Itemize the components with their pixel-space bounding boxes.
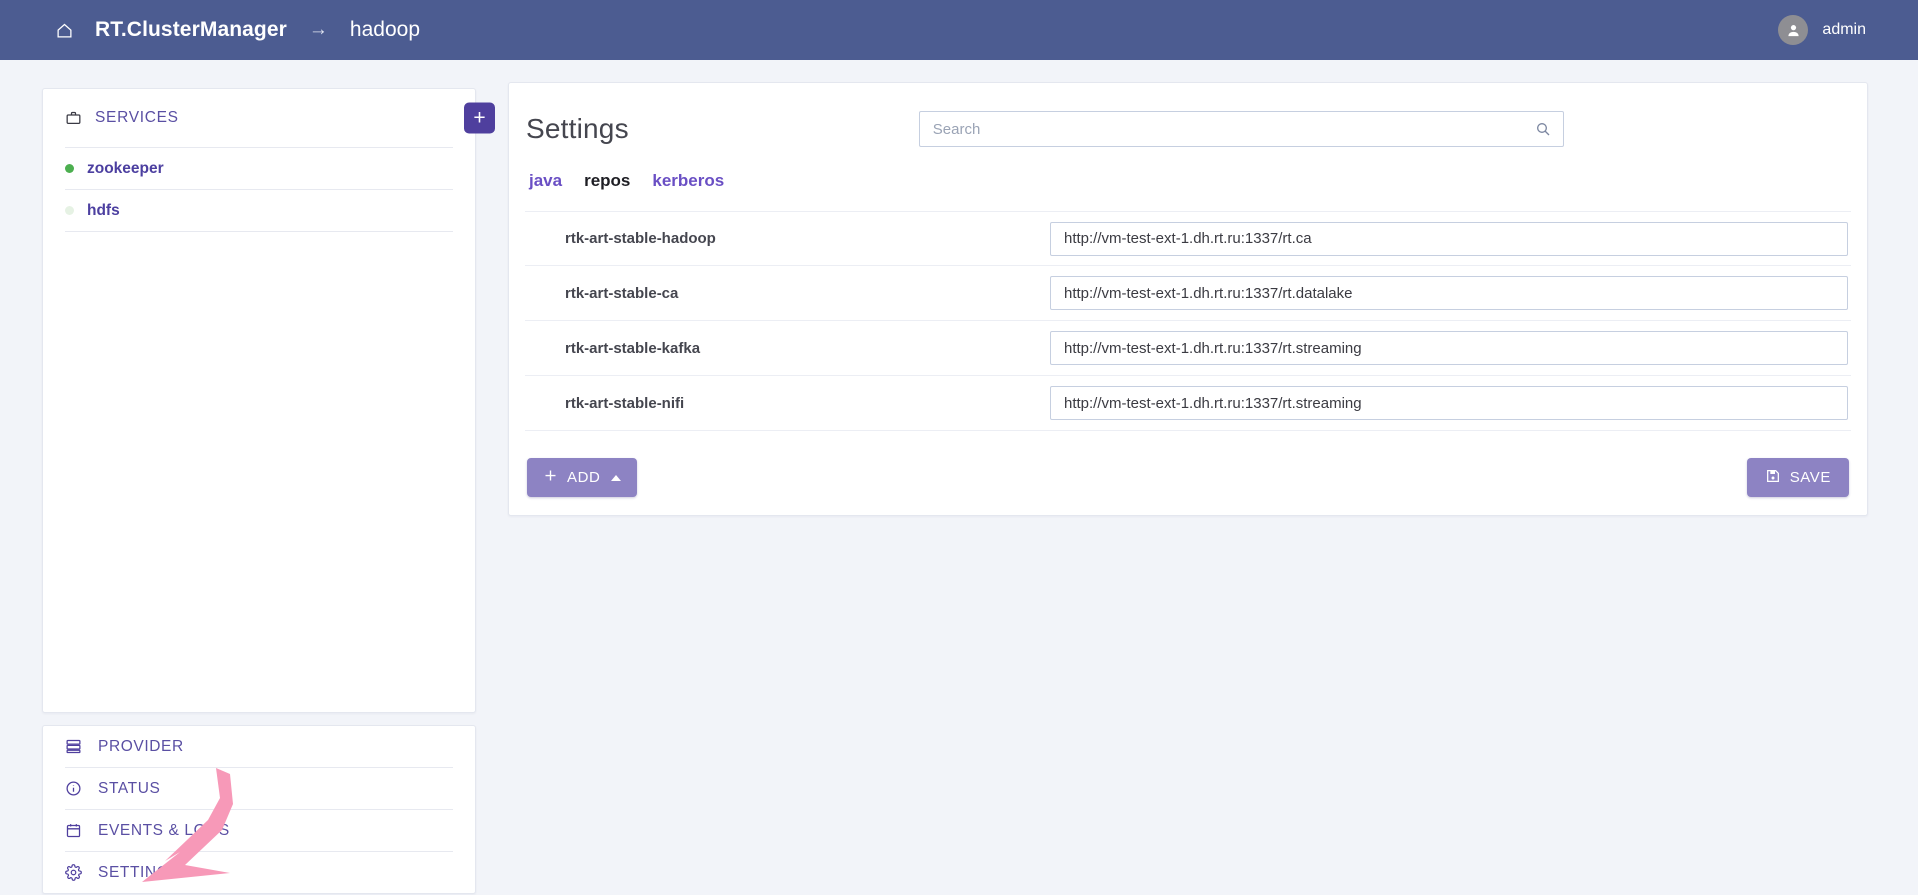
services-header: SERVICES + <box>43 89 495 147</box>
tab-java[interactable]: java <box>529 171 562 191</box>
search-icon[interactable] <box>1535 121 1551 137</box>
setting-value-input[interactable] <box>1050 221 1848 256</box>
table-row: rtk-art-stable-hadoop <box>525 211 1851 266</box>
setting-key-label: rtk-art-stable-kafka <box>565 339 701 357</box>
save-button[interactable]: SAVE <box>1746 458 1849 497</box>
search-input[interactable] <box>918 111 1564 147</box>
breadcrumb-arrow-icon: → <box>308 19 328 40</box>
setting-value-input[interactable] <box>1050 331 1848 365</box>
user-menu[interactable]: admin <box>1778 15 1866 45</box>
info-circle-icon <box>65 780 86 797</box>
service-status-dot <box>65 164 74 173</box>
setting-key-label: rtk-art-stable-ca <box>565 284 679 302</box>
sidebar-menu-card: PROVIDER STATUS EVENTS & LOGS SETTINGS <box>42 725 476 894</box>
sidebar-item-zookeeper[interactable]: zookeeper <box>43 148 475 189</box>
user-name-label: admin <box>1822 21 1866 38</box>
settings-actions: ADD SAVE <box>509 431 1867 497</box>
settings-rows: rtk-art-stable-hadoop rtk-art-stable-ca … <box>525 211 1851 431</box>
chevron-up-icon <box>611 474 622 481</box>
sidebar-item-label: SETTINGS <box>98 863 181 881</box>
sidebar: SERVICES + zookeeper hdfs PROVIDER STATU… <box>42 88 495 894</box>
page-title: Settings <box>526 113 629 144</box>
top-header-bar: RT.ClusterManager → hadoop admin <box>0 0 1918 60</box>
settings-panel-header: Settings <box>509 83 1867 147</box>
calendar-icon <box>65 822 86 839</box>
plus-icon <box>543 468 558 487</box>
save-button-label: SAVE <box>1789 469 1831 486</box>
add-service-button[interactable]: + <box>464 102 495 134</box>
service-name-label: hdfs <box>87 201 120 219</box>
home-icon[interactable] <box>56 22 73 39</box>
sidebar-item-provider[interactable]: PROVIDER <box>43 726 475 767</box>
add-button[interactable]: ADD <box>527 458 638 497</box>
setting-key-label: rtk-art-stable-nifi <box>565 394 685 412</box>
add-button-label: ADD <box>567 469 601 486</box>
tab-kerberos[interactable]: kerberos <box>652 171 724 191</box>
sidebar-item-label: PROVIDER <box>98 737 184 755</box>
avatar <box>1778 15 1809 45</box>
table-row: rtk-art-stable-kafka <box>525 321 1851 376</box>
briefcase-icon <box>65 110 82 126</box>
services-card: SERVICES + zookeeper hdfs <box>42 88 495 713</box>
gear-icon <box>65 864 86 881</box>
settings-panel: Settings java repos kerberos rtk-art-sta… <box>508 82 1868 516</box>
sidebar-item-settings[interactable]: SETTINGS <box>43 852 475 893</box>
server-icon <box>65 738 86 755</box>
service-status-dot <box>65 206 74 215</box>
services-title: SERVICES <box>95 109 179 126</box>
breadcrumb-current-cluster[interactable]: hadoop <box>350 18 420 42</box>
service-name-label: zookeeper <box>87 159 164 177</box>
setting-key-label: rtk-art-stable-hadoop <box>565 230 716 247</box>
tab-repos[interactable]: repos <box>584 171 630 191</box>
sidebar-item-hdfs[interactable]: hdfs <box>43 190 475 231</box>
app-brand-title[interactable]: RT.ClusterManager <box>95 18 287 42</box>
setting-value-input[interactable] <box>1050 386 1848 420</box>
sidebar-item-status[interactable]: STATUS <box>43 768 475 809</box>
settings-tabs: java repos kerberos <box>509 147 1867 191</box>
divider <box>65 231 453 232</box>
sidebar-item-label: STATUS <box>98 779 161 797</box>
table-row: rtk-art-stable-nifi <box>525 376 1851 431</box>
floppy-disk-icon <box>1765 468 1781 488</box>
search-box <box>918 111 1564 147</box>
setting-value-input[interactable] <box>1050 276 1848 310</box>
sidebar-item-events-logs[interactable]: EVENTS & LOGS <box>43 810 475 851</box>
sidebar-item-label: EVENTS & LOGS <box>98 821 230 839</box>
table-row: rtk-art-stable-ca <box>525 266 1851 321</box>
